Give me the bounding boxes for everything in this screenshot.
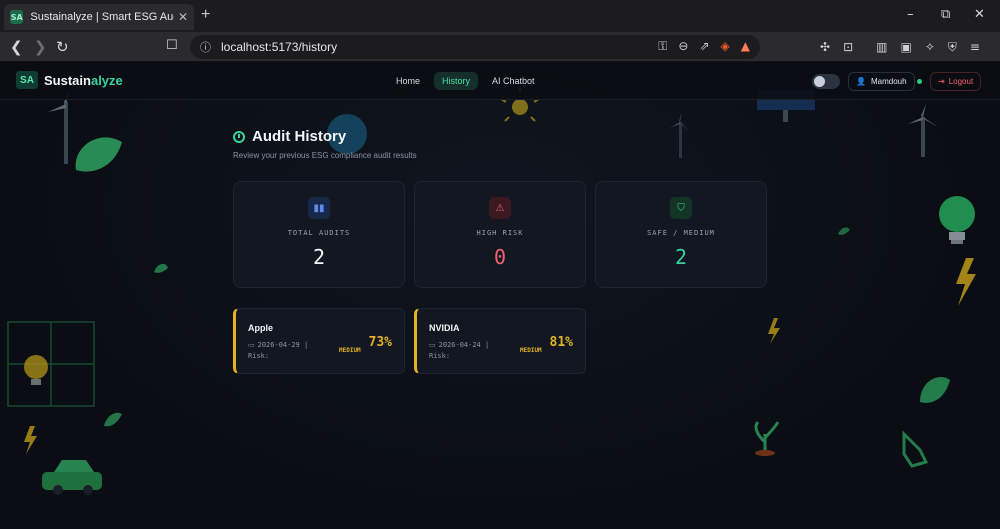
page-subtitle: Review your previous ESG compliance audi… — [233, 151, 417, 160]
shield-check-icon: ⛉ — [670, 197, 692, 219]
nav-ai-chatbot[interactable]: AI Chatbot — [484, 72, 543, 90]
back-button[interactable]: ❮ — [10, 38, 23, 56]
page-header: Audit History — [233, 128, 346, 145]
recycle-arrow-icon — [902, 430, 929, 468]
wind-turbine-small-icon — [670, 112, 690, 158]
moon-icon — [814, 76, 825, 87]
leaf-icon — [920, 376, 950, 403]
audit-card-apple[interactable]: Apple ▭ 2026-04-29 | Risk: MEDIUM 73% — [233, 308, 405, 374]
audit-risk-label: Risk: — [248, 352, 270, 360]
share-icon[interactable]: ⇗ — [699, 39, 709, 54]
wallet-icon[interactable]: ▣ — [900, 40, 911, 55]
stat-label: HIGH RISK — [476, 229, 524, 237]
leaf-icon — [75, 137, 122, 172]
lightbulb-icon — [24, 355, 48, 385]
wind-turbine-left-icon — [48, 90, 80, 164]
maximize-button[interactable]: ⧉ — [941, 7, 950, 22]
network-grid-icon — [7, 321, 95, 407]
site-info-icon[interactable]: ⓘ — [200, 39, 211, 55]
lightning-icon — [24, 426, 37, 454]
key-icon[interactable]: ⚿ — [658, 39, 667, 54]
tab-title: Sustainalyze | Smart ESG Auditor — [30, 11, 174, 23]
nav-home[interactable]: Home — [388, 72, 428, 90]
logout-button[interactable]: ⇥ Logout — [930, 72, 982, 91]
page-title: Audit History — [252, 128, 347, 145]
audit-risk-label: Risk: — [429, 352, 451, 360]
background-decorations — [7, 87, 976, 495]
user-icon: 👤 — [856, 77, 866, 86]
electric-car-icon — [42, 460, 102, 495]
leaf-icon — [838, 227, 850, 235]
extensions-icon[interactable]: ✣ — [820, 40, 830, 55]
bookmark-icon[interactable]: ☐ — [166, 38, 178, 53]
stat-card-safe-medium: ⛉ SAFE / MEDIUM 2 — [595, 181, 767, 288]
close-window-button[interactable]: ✕ — [974, 7, 985, 22]
leaf-icon — [104, 412, 122, 427]
tab-favicon-icon: SA — [10, 10, 24, 24]
leo-ai-icon[interactable]: ✧ — [925, 40, 935, 55]
url-text[interactable]: localhost:5173/history — [221, 40, 337, 54]
audit-risk-level: MEDIUM — [339, 347, 361, 354]
audit-meta: ▭ 2026-04-24 | Risk: — [429, 341, 490, 360]
theme-toggle[interactable] — [812, 74, 840, 89]
brand-name-part2: alyze — [90, 72, 123, 88]
logo-mark-icon: SA — [16, 71, 38, 89]
sprout-icon — [754, 420, 780, 456]
tab-close-icon[interactable]: ✕ — [178, 10, 188, 24]
audit-score: 73% — [368, 335, 392, 350]
new-tab-button[interactable]: + — [201, 6, 210, 24]
reload-button[interactable]: ↻ — [56, 38, 69, 56]
browser-toolbar: ❮ ❯ ↻ ☐ ⓘ localhost:5173/history ⚿ ⊖ ⇗ ◈… — [0, 32, 1000, 62]
audit-risk-level: MEDIUM — [520, 347, 542, 354]
audit-meta: ▭ 2026-04-29 | Risk: — [248, 341, 309, 360]
user-name: Mamdouh — [870, 77, 907, 86]
stat-card-total-audits: ▮▮ TOTAL AUDITS 2 — [233, 181, 405, 288]
brand-name-part1: Sustain — [44, 72, 91, 88]
audit-date: 2026-04-24 — [438, 341, 481, 349]
leaf-icon — [154, 263, 168, 273]
lightning-icon — [956, 258, 976, 306]
vpn-icon[interactable]: ⛨ — [948, 40, 957, 55]
logout-icon: ⇥ — [938, 77, 945, 86]
reader-mode-icon[interactable]: ⊡ — [843, 40, 853, 55]
lightning-icon — [768, 318, 780, 344]
audit-company: Apple — [248, 323, 274, 333]
stat-label: TOTAL AUDITS — [287, 229, 351, 237]
forward-button[interactable]: ❯ — [34, 38, 47, 56]
logout-label: Logout — [948, 77, 974, 86]
brave-rewards-icon[interactable]: ▲ — [741, 39, 750, 54]
bar-chart-icon: ▮▮ — [308, 197, 330, 219]
calendar-icon: ▭ — [248, 341, 255, 349]
warning-icon: ⚠ — [489, 197, 511, 219]
wind-turbine-right-icon — [908, 104, 938, 157]
stat-card-high-risk: ⚠ HIGH RISK 0 — [414, 181, 586, 288]
brand-logo[interactable]: SA Sustain alyze — [16, 71, 123, 89]
app-navbar: SA Sustain alyze Home History AI Chatbot… — [0, 62, 1000, 100]
audit-date: 2026-04-29 — [257, 341, 300, 349]
stat-label: SAFE / MEDIUM — [647, 229, 715, 237]
online-status-dot — [917, 79, 922, 84]
user-profile-chip[interactable]: 👤 Mamdouh — [848, 72, 915, 91]
menu-icon[interactable]: ≡ — [970, 40, 980, 55]
zoom-icon[interactable]: ⊖ — [678, 39, 688, 54]
calendar-icon: ▭ — [429, 341, 436, 349]
main-nav: Home History AI Chatbot — [388, 72, 543, 90]
minimize-button[interactable]: – — [907, 7, 914, 22]
lightbulb-eco-icon — [939, 196, 975, 244]
audit-card-nvidia[interactable]: NVIDIA ▭ 2026-04-24 | Risk: MEDIUM 81% — [414, 308, 586, 374]
clock-icon — [233, 130, 245, 143]
browser-tab[interactable]: SA Sustainalyze | Smart ESG Auditor ✕ — [4, 4, 194, 30]
stat-value: 2 — [674, 245, 688, 269]
stat-value: 2 — [312, 245, 326, 269]
address-bar[interactable]: ⓘ localhost:5173/history ⚿ ⊖ ⇗ ◈ ▲ — [190, 35, 760, 59]
sidebar-icon[interactable]: ▥ — [876, 40, 887, 55]
audit-company: NVIDIA — [429, 323, 460, 333]
nav-history[interactable]: History — [434, 72, 479, 90]
browser-tab-bar: SA Sustainalyze | Smart ESG Auditor ✕ + … — [0, 0, 1000, 32]
app-viewport: SA Sustain alyze Home History AI Chatbot… — [0, 62, 1000, 529]
stat-value: 0 — [493, 245, 507, 269]
brave-shield-icon[interactable]: ◈ — [721, 39, 730, 54]
audit-score: 81% — [549, 335, 573, 350]
